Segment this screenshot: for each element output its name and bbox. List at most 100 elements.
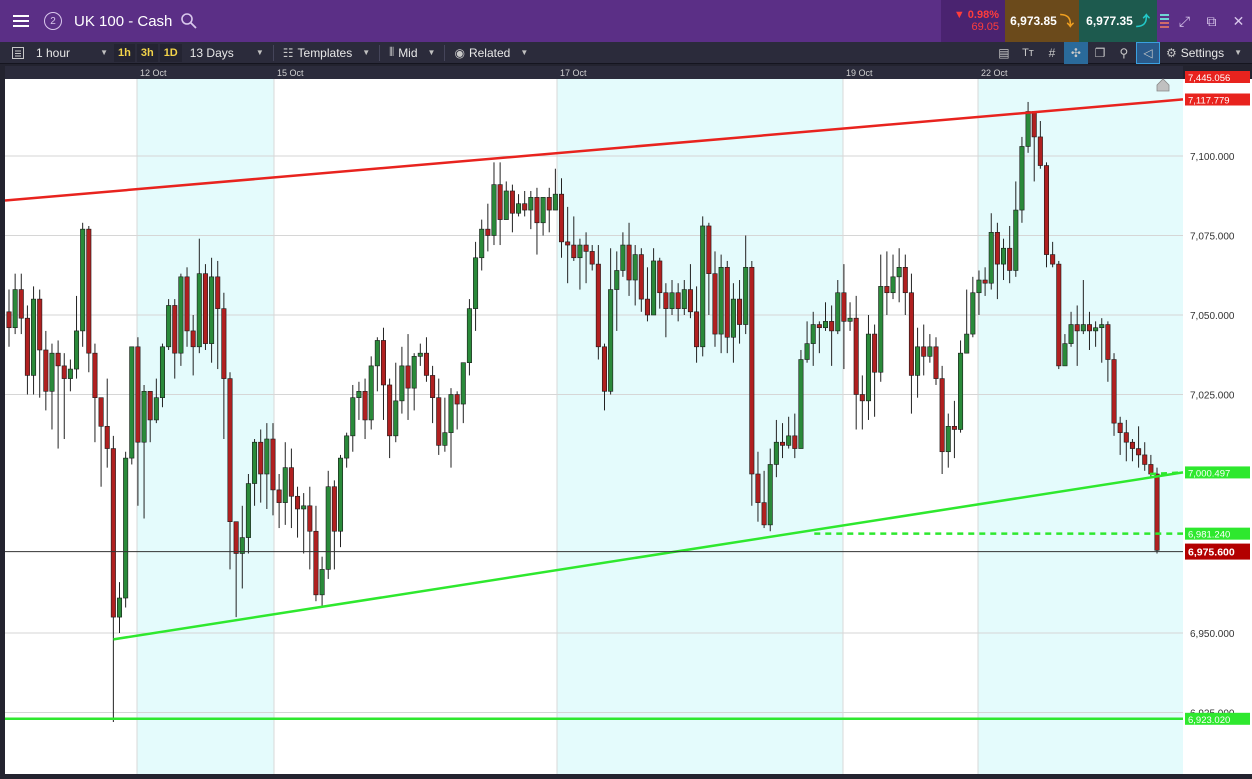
x-tick-label: 17 Oct [560, 68, 587, 78]
hamburger-menu-icon[interactable] [0, 0, 42, 42]
interval-value: 1 hour [36, 45, 71, 60]
market-depth-icon[interactable] [1157, 0, 1171, 42]
support-tag-label: 7,000.497 [1188, 468, 1230, 479]
candle [1019, 136, 1025, 223]
link-group-badge[interactable]: 2 [44, 12, 62, 30]
candle-body [841, 292, 847, 322]
chart-toolbar: 1 hour ▼ 1h 3h 1D 13 Days ▼ ☷ Templates … [0, 41, 1252, 64]
candle-body [540, 197, 546, 224]
x-tick-label: 12 Oct [140, 68, 167, 78]
candle-body [559, 193, 565, 243]
candle [159, 343, 165, 408]
search-icon[interactable] [180, 12, 198, 30]
candle-body [786, 435, 792, 446]
chart-list-icon[interactable] [6, 42, 30, 64]
related-menu[interactable]: ◉ Related ▼ [448, 42, 534, 64]
popout-icon[interactable]: ⧉ [1198, 0, 1225, 42]
candle-body [295, 495, 301, 510]
candle-body [681, 289, 687, 309]
candle-body [196, 273, 202, 348]
last-price-tag-label: 6,975.600 [1188, 547, 1235, 559]
chart-canvas[interactable]: 12 Oct 15 Oct 17 Oct 19 Oct 22 Oct 7,100.000… [0, 64, 1252, 779]
candle-body [896, 267, 902, 278]
candle-body [884, 286, 890, 294]
candle-body [380, 340, 386, 386]
y-axis-area [1183, 79, 1252, 774]
candle-body [798, 359, 804, 449]
candle-body [994, 232, 1000, 265]
candle-body [816, 324, 822, 329]
interval-select[interactable]: 1 hour ▼ [30, 42, 114, 64]
resistance-top-tag-label: 7,445.056 [1188, 73, 1230, 84]
crosshair-tool-icon[interactable]: ✣ [1063, 41, 1088, 64]
candle-body [749, 267, 755, 475]
templates-menu[interactable]: ☷ Templates ▼ [277, 42, 376, 64]
candle-body [780, 441, 786, 446]
candle-body [620, 244, 626, 271]
candle-body [31, 298, 37, 376]
quick-1h-button[interactable]: 1h [114, 43, 135, 62]
expand-icon[interactable]: ⤢ [1171, 0, 1198, 42]
indicators-icon[interactable]: ▤ [992, 42, 1016, 64]
candle-body [86, 228, 92, 354]
candle-body [55, 352, 61, 367]
layers-icon[interactable]: ❐ [1088, 42, 1112, 64]
candle-body [227, 378, 233, 523]
candle-body [430, 375, 436, 398]
arrow-down-icon: ⤵ [1059, 13, 1074, 29]
candle-body [417, 352, 423, 357]
candle-body [184, 276, 190, 332]
candle-body [878, 286, 884, 373]
price-type-menu[interactable]: ⫴ Mid ▼ [383, 42, 441, 64]
trading-window: 2 UK 100 - Cash ▼ 0.98% 69.05 6,973.85 ⤵… [0, 0, 1252, 779]
sell-button[interactable]: 6,973.85 ⤵ [1005, 0, 1079, 42]
candle-body [49, 352, 55, 392]
sell-price: 6,973.85 [1010, 14, 1057, 28]
candle-body [577, 244, 583, 259]
quick-1d-button[interactable]: 1D [159, 43, 182, 62]
candle-body [1007, 247, 1013, 271]
chevron-down-icon: ▼ [520, 48, 529, 57]
candle-body [1093, 327, 1099, 332]
candle-body [847, 317, 853, 322]
drawing-tool-icon[interactable]: ⚲ [1112, 42, 1136, 64]
close-icon[interactable]: ✕ [1225, 0, 1252, 42]
grid-icon[interactable]: # [1040, 42, 1064, 64]
resistance-tag-label: 7,117.779 [1188, 96, 1230, 107]
candle-body [1025, 111, 1031, 147]
range-select[interactable]: 13 Days ▼ [184, 42, 270, 64]
candle-body [466, 308, 472, 364]
candle-body [822, 321, 829, 329]
candle-body [534, 197, 540, 224]
quick-3h-button[interactable]: 3h [136, 43, 158, 62]
candle-body [485, 228, 491, 236]
candle-body [1080, 324, 1086, 332]
text-tool-icon[interactable]: Tт [1016, 42, 1040, 64]
candle [178, 273, 184, 366]
candle [1056, 260, 1062, 370]
candle-body [804, 343, 810, 360]
candle-body [362, 391, 368, 421]
candle-body [546, 197, 552, 211]
price-tag-icon[interactable]: ◁ [1135, 41, 1160, 64]
buy-button[interactable]: 6,977.35 ⤴ [1079, 0, 1157, 42]
change-percent: ▼ 0.98% [953, 9, 999, 21]
candle-body [491, 184, 497, 236]
candle [798, 349, 804, 449]
candle-body [6, 311, 12, 329]
candle-body [712, 273, 718, 335]
candle-body [638, 254, 644, 300]
price-chart[interactable]: 12 Oct 15 Oct 17 Oct 19 Oct 22 Oct 7,100.000… [0, 64, 1252, 779]
candle-body [835, 292, 841, 332]
settings-menu[interactable]: ⚙ Settings ▼ [1160, 42, 1252, 64]
candle-body [1105, 324, 1111, 360]
candle-body [393, 400, 399, 437]
candle-body [202, 273, 208, 344]
candle-body [147, 391, 153, 421]
arrow-up-icon: ⤴ [1135, 13, 1150, 29]
candle-body [282, 467, 288, 503]
candle-body [976, 279, 982, 294]
candle-body [37, 298, 43, 351]
settings-label: Settings [1180, 45, 1225, 60]
candle-body [853, 317, 859, 395]
